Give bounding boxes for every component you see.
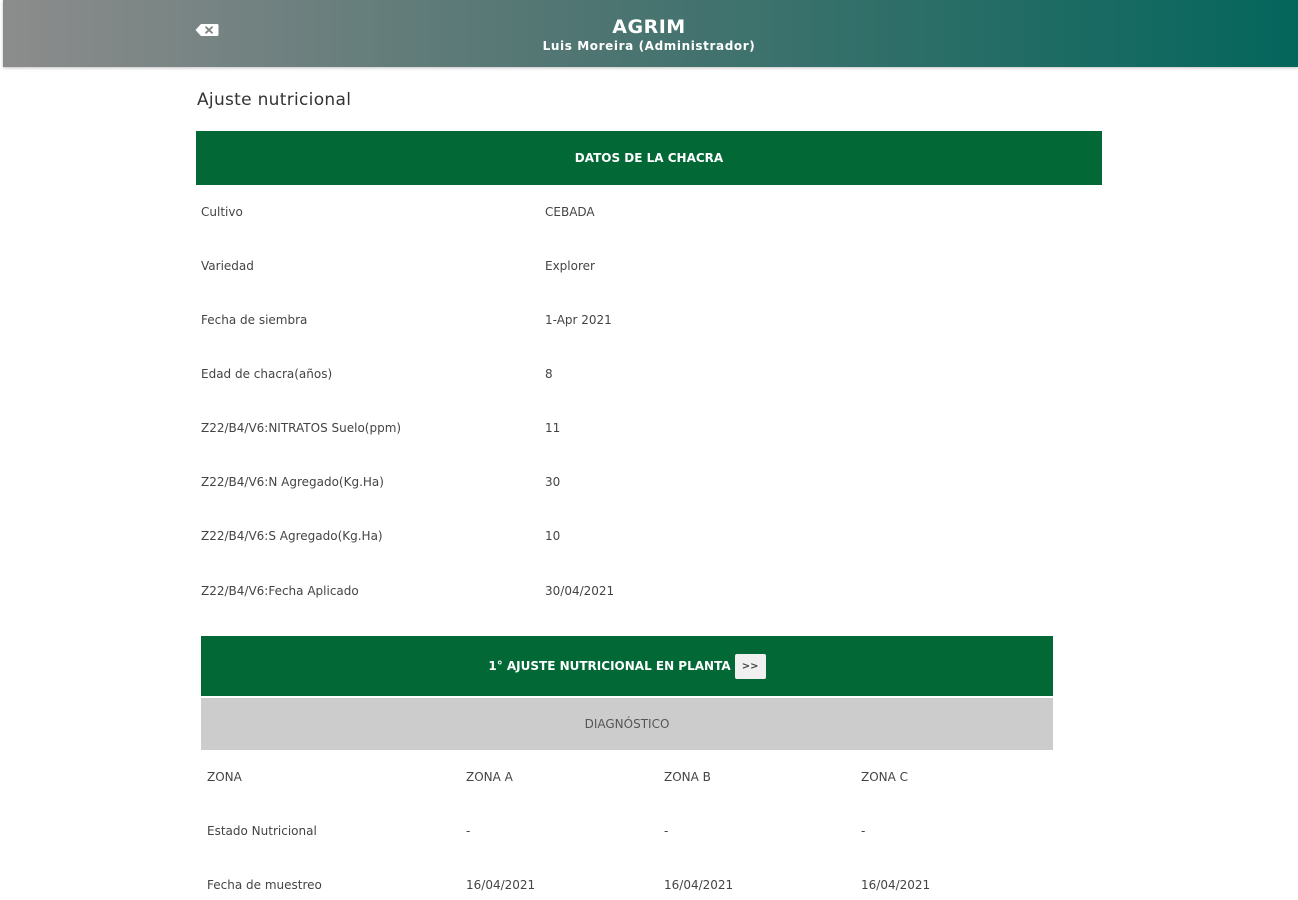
table-header-zona-c: ZONA C (861, 770, 909, 784)
next-button[interactable]: >> (734, 653, 766, 679)
field-label-fecha-siembra: Fecha de siembra (201, 313, 308, 327)
section-header-ajuste: 1° AJUSTE NUTRICIONAL EN PLANTA >> (201, 636, 1053, 696)
table-header-zona: ZONA (207, 770, 242, 784)
field-label-n-agregado: Z22/B4/V6:N Agregado(Kg.Ha) (201, 475, 384, 489)
field-label-edad-chacra: Edad de chacra(años) (201, 367, 333, 381)
field-value-fecha-aplicado: 30/04/2021 (545, 584, 615, 598)
diagnostico-header: DIAGNÓSTICO (201, 698, 1053, 750)
section-title: 1° AJUSTE NUTRICIONAL EN PLANTA (488, 659, 731, 673)
table-cell: - (466, 824, 471, 838)
field-label-fecha-aplicado: Z22/B4/V6:Fecha Aplicado (201, 584, 359, 598)
table-cell: - (861, 824, 866, 838)
field-value-fecha-siembra: 1-Apr 2021 (545, 313, 612, 327)
field-value-edad-chacra: 8 (545, 367, 553, 381)
field-label-variedad: Variedad (201, 259, 254, 273)
table-header-zona-a: ZONA A (466, 770, 513, 784)
section-title: DATOS DE LA CHACRA (574, 151, 724, 165)
table-row-label: Estado Nutricional (207, 824, 317, 838)
page-title: Ajuste nutricional (197, 90, 352, 110)
field-value-n-agregado: 30 (545, 475, 561, 489)
field-value-variedad: Explorer (545, 259, 595, 273)
table-cell: - (664, 824, 669, 838)
diagnostico-label: DIAGNÓSTICO (584, 717, 670, 731)
table-cell: 16/04/2021 (664, 878, 734, 892)
section-header-datos-chacra: DATOS DE LA CHACRA (196, 131, 1102, 185)
field-value-nitratos: 11 (545, 421, 561, 435)
field-value-s-agregado: 10 (545, 529, 561, 543)
user-name: Luis Moreira (Administrador) (542, 39, 756, 53)
field-value-cultivo: CEBADA (545, 205, 595, 219)
field-label-s-agregado: Z22/B4/V6:S Agregado(Kg.Ha) (201, 529, 383, 543)
app-title: AGRIM (612, 16, 686, 38)
table-row-label: Fecha de muestreo (207, 878, 322, 892)
field-label-cultivo: Cultivo (201, 205, 243, 219)
table-cell: 16/04/2021 (861, 878, 931, 892)
field-label-nitratos: Z22/B4/V6:NITRATOS Suelo(ppm) (201, 421, 402, 435)
table-cell: 16/04/2021 (466, 878, 536, 892)
table-header-zona-b: ZONA B (664, 770, 711, 784)
